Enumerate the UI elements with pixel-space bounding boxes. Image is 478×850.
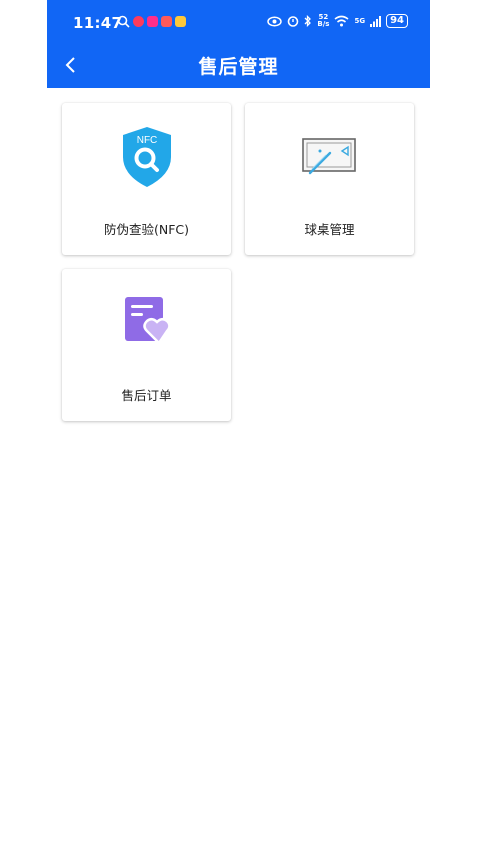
menu-item-label: 球桌管理 [304, 222, 355, 237]
chat-app-icon [133, 16, 144, 27]
bluetooth-icon [304, 15, 312, 27]
search-notify-icon [117, 15, 130, 28]
signal-label: 5G [354, 17, 366, 25]
screen: 11:47 52 B/s 5G 94 售后管理 NFC 防伪查验(NFC) 球桌… [47, 0, 430, 850]
status-bar: 11:47 52 B/s 5G 94 [47, 0, 430, 44]
menu-item-label: 售后订单 [121, 388, 172, 403]
system-icons: 52 B/s 5G 94 [267, 14, 408, 28]
app-header: 11:47 52 B/s 5G 94 售后管理 [47, 0, 430, 88]
calendar-app-icon [161, 16, 172, 27]
status-time: 11:47 [73, 14, 123, 32]
signal-icon [370, 15, 382, 27]
menu-item-nfc-verify[interactable]: NFC 防伪查验(NFC) [62, 103, 231, 255]
menu-item-table-manage[interactable]: 球桌管理 [245, 103, 414, 255]
net-speed: 52 B/s [317, 13, 330, 28]
nav-bar: 售后管理 [47, 44, 430, 88]
eye-icon [267, 15, 283, 27]
menu-item-label: 防伪查验(NFC) [103, 222, 190, 237]
page-title: 售后管理 [198, 56, 279, 78]
wifi-icon [334, 15, 349, 27]
nfc-shield-label: NFC [136, 135, 157, 146]
order-heart-icon [124, 297, 171, 345]
nfc-shield-icon: NFC [122, 127, 171, 187]
battery-indicator: 94 [386, 14, 408, 28]
menu-item-aftersale-orders[interactable]: 售后订单 [62, 269, 231, 421]
alarm-icon [288, 16, 299, 27]
shop-app-icon [147, 16, 158, 27]
weather-app-icon [175, 16, 186, 27]
pool-table-icon [301, 138, 356, 175]
notification-icons [117, 15, 186, 28]
